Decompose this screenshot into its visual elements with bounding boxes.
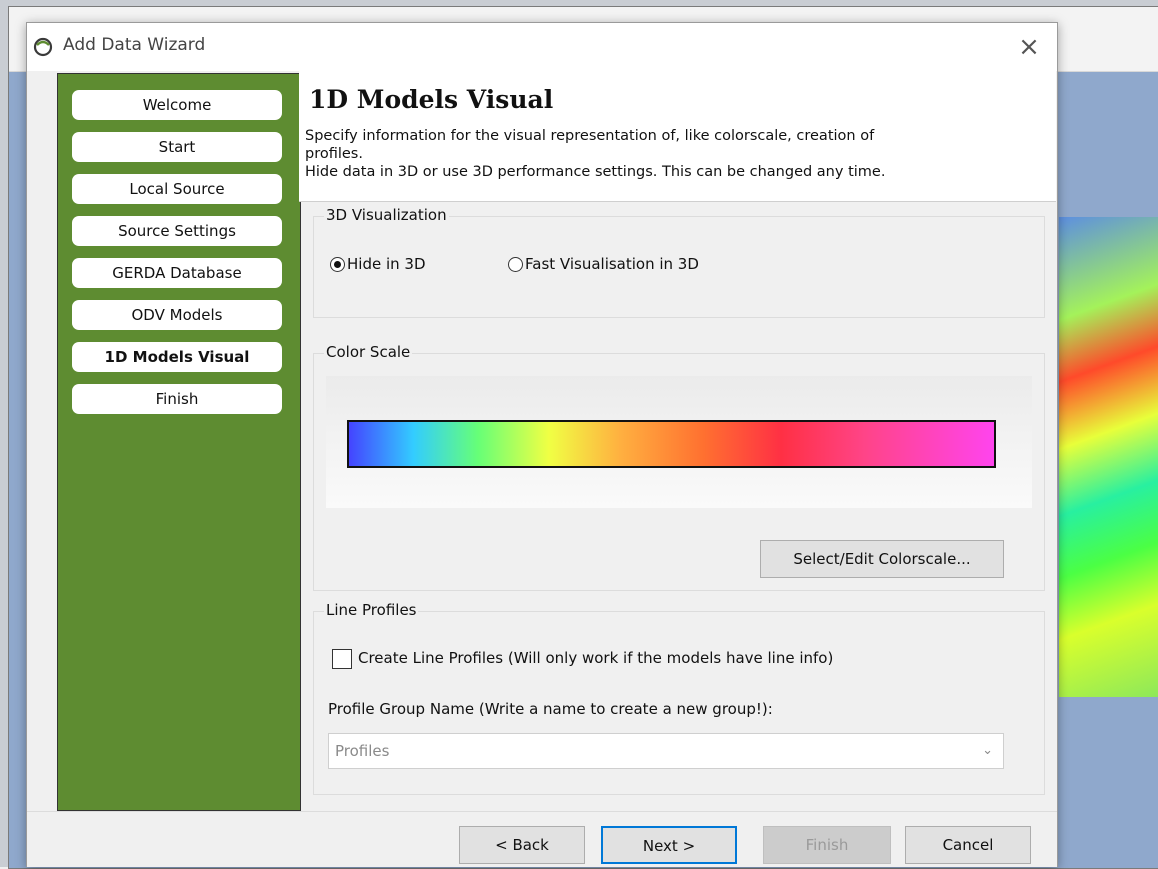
app-logo-icon — [33, 37, 53, 57]
colorscale-bar — [347, 420, 996, 468]
3d-visualization-group: 3D Visualization Hide in 3D Fast Visuali… — [313, 206, 1045, 318]
description-line-2: profiles. — [305, 146, 363, 162]
nav-item-gerda-database[interactable]: GERDA Database — [72, 258, 282, 288]
radio-hide-in-3d-indicator[interactable] — [330, 256, 345, 272]
select-edit-colorscale-button[interactable]: Select/Edit Colorscale... — [760, 540, 1004, 578]
description-line-3: Hide data in 3D or use 3D performance se… — [305, 164, 886, 180]
wizard-steps-nav: Welcome Start Local Source Source Settin… — [57, 73, 301, 811]
page-title: 1D Models Visual — [309, 85, 554, 114]
close-icon: × — [1018, 32, 1040, 62]
page-header: 1D Models Visual Specify information for… — [299, 71, 1056, 202]
nav-item-finish[interactable]: Finish — [72, 384, 282, 414]
radio-fast-visualisation-label: Fast Visualisation in 3D — [525, 255, 699, 273]
nav-item-welcome[interactable]: Welcome — [72, 90, 282, 120]
nav-item-start[interactable]: Start — [72, 132, 282, 162]
wizard-page-content: 1D Models Visual Specify information for… — [299, 71, 1056, 811]
line-profiles-group: Line Profiles Create Line Profiles (Will… — [313, 601, 1045, 795]
next-button[interactable]: Next > — [601, 826, 737, 864]
line-profiles-group-title: Line Profiles — [324, 601, 419, 619]
colorscale-preview-panel — [326, 376, 1032, 508]
close-button[interactable]: × — [1011, 29, 1047, 65]
profile-group-name-combo[interactable]: Profiles ⌄ — [328, 733, 1004, 769]
radio-fast-visualisation[interactable]: Fast Visualisation in 3D — [508, 255, 699, 273]
radio-hide-in-3d-label: Hide in 3D — [347, 255, 426, 273]
chevron-down-icon[interactable]: ⌄ — [982, 734, 993, 768]
radio-fast-visualisation-indicator[interactable] — [508, 256, 523, 272]
dialog-title: Add Data Wizard — [63, 35, 206, 55]
background-3d-visualization — [1059, 217, 1158, 697]
cancel-button[interactable]: Cancel — [905, 826, 1031, 864]
dialog-titlebar: Add Data Wizard × — [27, 23, 1057, 71]
description-line-1: Specify information for the visual repre… — [305, 128, 875, 144]
profile-group-name-value: Profiles — [335, 742, 390, 760]
create-line-profiles-checkbox[interactable] — [332, 649, 352, 669]
page-description: Specify information for the visual repre… — [305, 127, 1045, 181]
3d-visualization-group-title: 3D Visualization — [324, 206, 449, 224]
wizard-footer: < Back Next > Finish Cancel — [27, 811, 1057, 867]
nav-item-local-source[interactable]: Local Source — [72, 174, 282, 204]
nav-item-source-settings[interactable]: Source Settings — [72, 216, 282, 246]
nav-item-1d-models-visual[interactable]: 1D Models Visual — [72, 342, 282, 372]
radio-hide-in-3d[interactable]: Hide in 3D — [330, 255, 426, 273]
add-data-wizard-dialog: Add Data Wizard × Welcome Start Local So… — [26, 22, 1058, 867]
finish-button[interactable]: Finish — [763, 826, 891, 864]
nav-item-odv-models[interactable]: ODV Models — [72, 300, 282, 330]
back-button[interactable]: < Back — [459, 826, 585, 864]
create-line-profiles-label: Create Line Profiles (Will only work if … — [358, 649, 834, 667]
color-scale-group: Color Scale Select/Edit Colorscale... — [313, 343, 1045, 591]
color-scale-group-title: Color Scale — [324, 343, 413, 361]
profile-group-name-label: Profile Group Name (Write a name to crea… — [328, 700, 773, 718]
